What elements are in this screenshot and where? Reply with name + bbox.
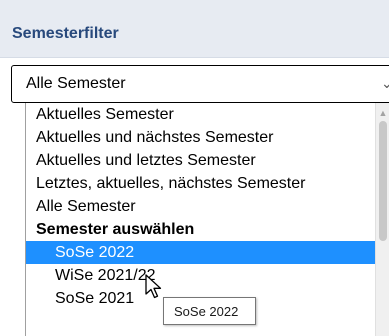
chevron-down-icon: ⌄ <box>381 75 389 91</box>
option-label: SoSe 2022 <box>55 244 135 261</box>
select-current-value: Alle Semester <box>26 75 126 92</box>
option-label: Aktuelles und nächstes Semester <box>36 129 274 146</box>
option-letztes-aktuelles-naechstes[interactable]: Letztes, aktuelles, nächstes Semester <box>26 172 376 195</box>
option-label: Aktuelles Semester <box>36 106 174 123</box>
optgroup-semester-auswaehlen: Semester auswählen <box>26 218 376 241</box>
panel-header: Semesterfilter <box>0 0 389 58</box>
option-label: Alle Semester <box>36 198 136 215</box>
dropdown-scrollbar[interactable]: ▲ <box>375 103 389 336</box>
option-tooltip: SoSe 2022 <box>163 297 256 325</box>
option-aktuelles-semester[interactable]: Aktuelles Semester <box>26 103 376 126</box>
scroll-thumb[interactable] <box>379 121 387 241</box>
semester-select[interactable]: Alle Semester ⌄ <box>11 65 389 103</box>
option-label: Letztes, aktuelles, nächstes Semester <box>36 175 306 192</box>
option-label: SoSe 2021 <box>55 290 135 307</box>
option-sose-2022[interactable]: SoSe 2022 <box>26 241 376 264</box>
option-alle-semester[interactable]: Alle Semester <box>26 195 376 218</box>
option-aktuelles-und-letztes[interactable]: Aktuelles und letztes Semester <box>26 149 376 172</box>
semester-filter-panel: Semesterfilter Alle Semester ⌄ Aktuelles… <box>0 0 389 336</box>
option-wise-2021-22[interactable]: WiSe 2021/22 <box>26 264 376 287</box>
panel-title: Semesterfilter <box>12 25 119 42</box>
mouse-pointer-icon <box>145 274 162 299</box>
scroll-up-arrow-icon[interactable]: ▲ <box>376 108 389 118</box>
tooltip-text: SoSe 2022 <box>174 304 239 319</box>
option-aktuelles-und-naechstes[interactable]: Aktuelles und nächstes Semester <box>26 126 376 149</box>
option-label: Aktuelles und letztes Semester <box>36 152 256 169</box>
optgroup-label: Semester auswählen <box>36 221 195 238</box>
option-label: WiSe 2021/22 <box>55 267 156 284</box>
